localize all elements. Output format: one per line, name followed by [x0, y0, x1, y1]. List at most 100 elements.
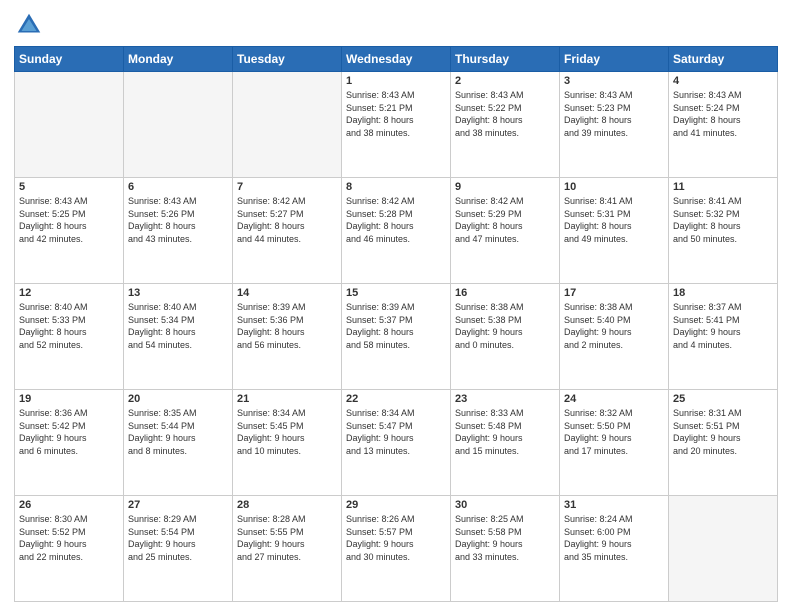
day-number: 28 — [237, 499, 337, 511]
logo-icon — [14, 10, 44, 40]
weekday-header-monday: Monday — [124, 47, 233, 72]
calendar-cell: 30 Sunrise: 8:25 AM Sunset: 5:58 PM Dayli… — [451, 496, 560, 602]
day-info: Sunrise: 8:40 AM Sunset: 5:33 PM Dayligh… — [19, 301, 119, 351]
calendar-cell: 12 Sunrise: 8:40 AM Sunset: 5:33 PM Dayli… — [15, 284, 124, 390]
calendar-cell: 22 Sunrise: 8:34 AM Sunset: 5:47 PM Dayli… — [342, 390, 451, 496]
calendar-cell: 24 Sunrise: 8:32 AM Sunset: 5:50 PM Dayli… — [560, 390, 669, 496]
calendar-cell: 15 Sunrise: 8:39 AM Sunset: 5:37 PM Dayli… — [342, 284, 451, 390]
day-info: Sunrise: 8:39 AM Sunset: 5:37 PM Dayligh… — [346, 301, 446, 351]
day-info: Sunrise: 8:43 AM Sunset: 5:25 PM Dayligh… — [19, 195, 119, 245]
day-info: Sunrise: 8:43 AM Sunset: 5:24 PM Dayligh… — [673, 89, 773, 139]
calendar-cell: 26Sunrise: 8:30 AM Sunset: 5:52 PM Dayli… — [15, 496, 124, 602]
weekday-header-tuesday: Tuesday — [233, 47, 342, 72]
day-number: 21 — [237, 393, 337, 405]
calendar-cell: 21Sunrise: 8:34 AM Sunset: 5:45 PM Dayli… — [233, 390, 342, 496]
calendar-cell: 3 Sunrise: 8:43 AM Sunset: 5:23 PM Daylig… — [560, 72, 669, 178]
calendar-cell: 31 Sunrise: 8:24 AM Sunset: 6:00 PM Dayli… — [560, 496, 669, 602]
day-info: Sunrise: 8:33 AM Sunset: 5:48 PM Dayligh… — [455, 407, 555, 457]
day-info: Sunrise: 8:36 AM Sunset: 5:42 PM Dayligh… — [19, 407, 119, 457]
day-number: 15 — [346, 287, 446, 299]
calendar-cell: 28 Sunrise: 8:28 AM Sunset: 5:55 PM Dayli… — [233, 496, 342, 602]
day-number: 8 — [346, 181, 446, 193]
header — [14, 10, 778, 40]
day-number: 5 — [19, 181, 119, 193]
day-number: 4 — [673, 75, 773, 87]
day-info: Sunrise: 8:43 AM Sunset: 5:21 PM Dayligh… — [346, 89, 446, 139]
day-info: Sunrise: 8:26 AM Sunset: 5:57 PM Dayligh… — [346, 513, 446, 563]
day-info: Sunrise: 8:29 AM Sunset: 5:54 PM Dayligh… — [128, 513, 228, 563]
calendar-cell: 17Sunrise: 8:38 AM Sunset: 5:40 PM Dayli… — [560, 284, 669, 390]
day-info: Sunrise: 8:32 AM Sunset: 5:50 PM Dayligh… — [564, 407, 664, 457]
day-info: Sunrise: 8:42 AM Sunset: 5:28 PM Dayligh… — [346, 195, 446, 245]
week-row-1: 1 Sunrise: 8:43 AM Sunset: 5:21 PM Daylig… — [15, 72, 778, 178]
weekday-header-row: SundayMondayTuesdayWednesdayThursdayFrid… — [15, 47, 778, 72]
calendar-cell — [15, 72, 124, 178]
calendar-cell: 29 Sunrise: 8:26 AM Sunset: 5:57 PM Dayli… — [342, 496, 451, 602]
calendar-cell: 5 Sunrise: 8:43 AM Sunset: 5:25 PM Daylig… — [15, 178, 124, 284]
day-info: Sunrise: 8:38 AM Sunset: 5:38 PM Dayligh… — [455, 301, 555, 351]
weekday-header-wednesday: Wednesday — [342, 47, 451, 72]
calendar-cell: 16 Sunrise: 8:38 AM Sunset: 5:38 PM Dayli… — [451, 284, 560, 390]
day-number: 9 — [455, 181, 555, 193]
day-number: 19 — [19, 393, 119, 405]
calendar-cell: 7Sunrise: 8:42 AM Sunset: 5:27 PM Daylig… — [233, 178, 342, 284]
calendar-cell: 6 Sunrise: 8:43 AM Sunset: 5:26 PM Daylig… — [124, 178, 233, 284]
day-number: 14 — [237, 287, 337, 299]
calendar-cell: 1 Sunrise: 8:43 AM Sunset: 5:21 PM Daylig… — [342, 72, 451, 178]
calendar-cell: 8 Sunrise: 8:42 AM Sunset: 5:28 PM Daylig… — [342, 178, 451, 284]
day-info: Sunrise: 8:43 AM Sunset: 5:26 PM Dayligh… — [128, 195, 228, 245]
day-number: 20 — [128, 393, 228, 405]
day-number: 6 — [128, 181, 228, 193]
day-info: Sunrise: 8:35 AM Sunset: 5:44 PM Dayligh… — [128, 407, 228, 457]
day-number: 26 — [19, 499, 119, 511]
day-number: 12 — [19, 287, 119, 299]
calendar-cell: 19 Sunrise: 8:36 AM Sunset: 5:42 PM Dayli… — [15, 390, 124, 496]
calendar-cell: 2Sunrise: 8:43 AM Sunset: 5:22 PM Daylig… — [451, 72, 560, 178]
day-info: Sunrise: 8:43 AM Sunset: 5:23 PM Dayligh… — [564, 89, 664, 139]
calendar-cell: 13 Sunrise: 8:40 AM Sunset: 5:34 PM Dayli… — [124, 284, 233, 390]
weekday-header-sunday: Sunday — [15, 47, 124, 72]
day-number: 24 — [564, 393, 664, 405]
weekday-header-thursday: Thursday — [451, 47, 560, 72]
day-info: Sunrise: 8:37 AM Sunset: 5:41 PM Dayligh… — [673, 301, 773, 351]
week-row-3: 12 Sunrise: 8:40 AM Sunset: 5:33 PM Dayli… — [15, 284, 778, 390]
day-info: Sunrise: 8:42 AM Sunset: 5:27 PM Dayligh… — [237, 195, 337, 245]
calendar-cell: 11Sunrise: 8:41 AM Sunset: 5:32 PM Dayli… — [669, 178, 778, 284]
week-row-5: 26Sunrise: 8:30 AM Sunset: 5:52 PM Dayli… — [15, 496, 778, 602]
calendar-cell: 9Sunrise: 8:42 AM Sunset: 5:29 PM Daylig… — [451, 178, 560, 284]
day-info: Sunrise: 8:31 AM Sunset: 5:51 PM Dayligh… — [673, 407, 773, 457]
day-number: 16 — [455, 287, 555, 299]
day-number: 3 — [564, 75, 664, 87]
week-row-2: 5 Sunrise: 8:43 AM Sunset: 5:25 PM Daylig… — [15, 178, 778, 284]
day-number: 13 — [128, 287, 228, 299]
page: SundayMondayTuesdayWednesdayThursdayFrid… — [0, 0, 792, 612]
day-info: Sunrise: 8:40 AM Sunset: 5:34 PM Dayligh… — [128, 301, 228, 351]
calendar-cell — [124, 72, 233, 178]
calendar-cell: 25Sunrise: 8:31 AM Sunset: 5:51 PM Dayli… — [669, 390, 778, 496]
day-info: Sunrise: 8:34 AM Sunset: 5:47 PM Dayligh… — [346, 407, 446, 457]
day-number: 30 — [455, 499, 555, 511]
day-info: Sunrise: 8:25 AM Sunset: 5:58 PM Dayligh… — [455, 513, 555, 563]
calendar-cell: 27 Sunrise: 8:29 AM Sunset: 5:54 PM Dayli… — [124, 496, 233, 602]
day-number: 27 — [128, 499, 228, 511]
day-number: 1 — [346, 75, 446, 87]
day-number: 2 — [455, 75, 555, 87]
calendar-cell: 23 Sunrise: 8:33 AM Sunset: 5:48 PM Dayli… — [451, 390, 560, 496]
day-number: 23 — [455, 393, 555, 405]
week-row-4: 19 Sunrise: 8:36 AM Sunset: 5:42 PM Dayli… — [15, 390, 778, 496]
day-number: 11 — [673, 181, 773, 193]
logo — [14, 10, 48, 40]
calendar-cell — [669, 496, 778, 602]
day-number: 10 — [564, 181, 664, 193]
day-info: Sunrise: 8:39 AM Sunset: 5:36 PM Dayligh… — [237, 301, 337, 351]
weekday-header-saturday: Saturday — [669, 47, 778, 72]
day-number: 29 — [346, 499, 446, 511]
day-info: Sunrise: 8:24 AM Sunset: 6:00 PM Dayligh… — [564, 513, 664, 563]
calendar-cell: 14 Sunrise: 8:39 AM Sunset: 5:36 PM Dayli… — [233, 284, 342, 390]
calendar-cell: 18 Sunrise: 8:37 AM Sunset: 5:41 PM Dayli… — [669, 284, 778, 390]
day-number: 22 — [346, 393, 446, 405]
day-number: 31 — [564, 499, 664, 511]
day-info: Sunrise: 8:28 AM Sunset: 5:55 PM Dayligh… — [237, 513, 337, 563]
calendar-cell: 4 Sunrise: 8:43 AM Sunset: 5:24 PM Daylig… — [669, 72, 778, 178]
day-number: 18 — [673, 287, 773, 299]
